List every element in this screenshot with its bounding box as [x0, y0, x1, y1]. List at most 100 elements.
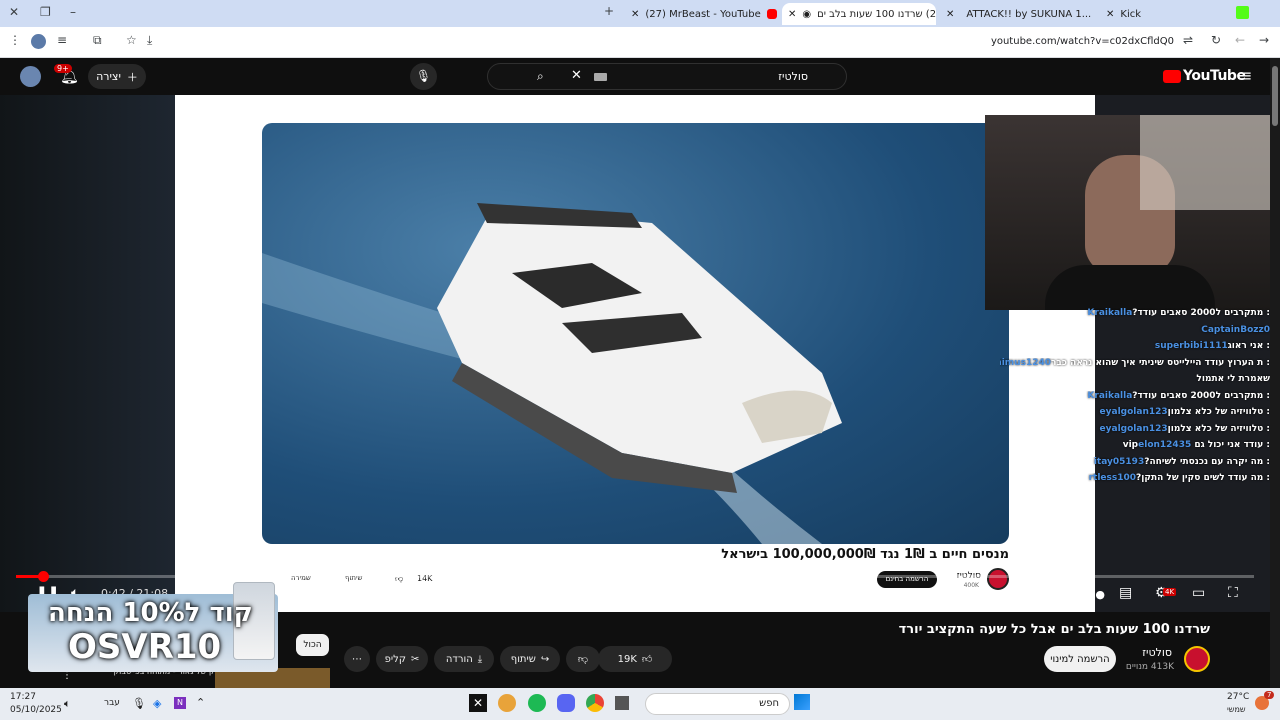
chat-username[interactable]: eyalgolan123 [1100, 424, 1168, 434]
clock-date[interactable]: 05/10/2025 [10, 705, 62, 715]
channel-avatar[interactable] [1184, 646, 1210, 672]
chat-message: שאמרת לי אתמול [1000, 374, 1270, 391]
chat-username[interactable]: CaptainBozz0 [1201, 325, 1270, 335]
youtube-favicon-icon [766, 9, 777, 19]
audio-playing-icon[interactable]: ◉ [802, 9, 811, 20]
streamer-shirt [1045, 265, 1215, 310]
chat-text: : מה יקרה עם נכנסתי לשיחה? [1144, 456, 1270, 467]
terminal-icon[interactable] [615, 696, 629, 710]
chat-username[interactable]: Kraikalla [1087, 391, 1132, 401]
voice-search-icon[interactable]: 🎙︎ [410, 63, 437, 90]
chat-username[interactable]: eyalgolan123 [1100, 407, 1168, 417]
chat-text: : אני ראוג [1227, 341, 1270, 351]
chat-message: : מתקרבים ל2000 סאבים עודד?Kraikalla [1000, 308, 1270, 325]
video-player[interactable]: מנסים חיים ב 1₪ נגד 100,000,000₪ בישראל … [0, 95, 1270, 612]
dislike-button[interactable]: 👎︎ [566, 646, 600, 672]
close-tab-icon[interactable]: ✕ [946, 9, 954, 20]
fullscreen-icon[interactable]: ⛶ [1228, 585, 1238, 601]
restore-window-icon[interactable]: ❐ [40, 5, 51, 19]
clock-time[interactable]: 17:27 [10, 692, 36, 702]
bookmark-star-icon[interactable]: ☆ [126, 33, 137, 47]
chat-username[interactable]: Minimus1240 [1000, 358, 1051, 368]
channel-name[interactable]: סולטיז [1142, 646, 1172, 659]
like-button[interactable]: 19K 👍︎ [598, 646, 672, 672]
chat-text: : מתקרבים ל2000 סאבים עודד? [1132, 308, 1270, 318]
profile-avatar[interactable] [31, 34, 46, 49]
weather-desc[interactable]: שמשי [1227, 705, 1246, 714]
search-input[interactable]: סולטיז [778, 70, 808, 83]
install-app-icon[interactable]: ⤓ [147, 33, 152, 48]
chat-username[interactable]: superbibi1111 [1155, 341, 1228, 351]
search-icon[interactable]: ⌕ [537, 69, 544, 84]
subscribe-button[interactable]: הרשמה למינוי [1044, 646, 1116, 672]
share-icon: ↪ [540, 653, 550, 665]
create-button[interactable]: יצירה ＋ [88, 64, 146, 89]
more-actions-icon[interactable]: ⋯ [344, 646, 370, 672]
close-tab-icon[interactable]: ✕ [788, 9, 796, 20]
new-tab-icon[interactable]: + [604, 4, 614, 18]
close-tab-icon[interactable]: ✕ [631, 9, 639, 20]
clear-search-icon[interactable]: ✕ [571, 68, 582, 83]
progress-bar[interactable] [16, 571, 1254, 582]
slide-subscribe-button: הרשמה בחינם [877, 571, 937, 588]
windows-start-icon[interactable] [794, 694, 810, 710]
app-icon-game[interactable] [498, 694, 516, 712]
speaker-icon[interactable]: 🔈︎ [64, 697, 71, 711]
network-icon[interactable]: ◈ [153, 697, 161, 710]
microphone-icon[interactable]: 🎙︎ [132, 697, 146, 710]
theater-mode-icon[interactable]: ▭ [1192, 585, 1205, 601]
media-control-icon[interactable]: ≡ [57, 33, 67, 47]
clip-button[interactable]: קליפ ✂ [376, 646, 428, 672]
tab-mrbeast[interactable]: ✕ (27) MrBeast - YouTube [625, 3, 777, 25]
onenote-icon[interactable]: N [174, 697, 186, 709]
url-text[interactable]: youtube.com/watch?v=c02dxCfldQ0 [991, 36, 1174, 47]
app-icon-x[interactable]: ✕ [469, 694, 487, 712]
youtube-logo-text[interactable]: YouTube [1183, 68, 1246, 84]
forward-icon[interactable]: ← [1235, 33, 1245, 47]
spotify-icon[interactable] [528, 694, 546, 712]
chat-text: שאמרת לי אתמול [1196, 374, 1270, 384]
taskbar-search-box[interactable]: חפש [645, 693, 790, 715]
extensions-icon[interactable]: ⧉ [93, 33, 102, 48]
minimize-window-icon[interactable]: – [70, 5, 76, 19]
filter-chip-all[interactable]: הכול [296, 634, 329, 656]
chrome-icon[interactable] [586, 694, 604, 712]
scrollbar-thumb[interactable] [1272, 66, 1278, 126]
kick-extension-icon[interactable] [1236, 6, 1249, 19]
share-button[interactable]: שיתוף ↪ [500, 646, 560, 672]
yacht-illustration [262, 203, 842, 544]
chat-username[interactable]: rtless100 [1089, 473, 1136, 483]
tab-kick[interactable]: ✕ Kick [1100, 3, 1230, 25]
menu-dots-icon[interactable]: ⋮ [9, 33, 21, 47]
video-frame-slide: מנסים חיים ב 1₪ נגד 100,000,000₪ בישראל … [175, 95, 1095, 612]
reload-icon[interactable]: ↻ [1211, 33, 1221, 47]
promo-text-discount: קוד ל10% הנחה [48, 598, 253, 628]
close-window-icon[interactable]: ✕ [9, 5, 19, 19]
yacht-video-thumbnail [262, 123, 1009, 544]
youtube-logo-icon[interactable] [1163, 70, 1181, 83]
chat-message: : ת הערוץ עודד היילייטס שיניתי איך שהוא … [1000, 358, 1270, 375]
tab-sukuna[interactable]: ✕ ATTACK!! by SUKUNA 1... 3... [940, 3, 1095, 25]
autoplay-toggle[interactable]: ❚❚● [1077, 588, 1105, 601]
account-avatar[interactable] [20, 66, 41, 87]
browser-tab-bar: ✕ ❐ – + ✕ Kick ✕ ATTACK!! by SUKUNA 1...… [0, 0, 1280, 27]
weather-temp[interactable]: 27°C [1227, 692, 1249, 702]
back-icon[interactable]: → [1259, 33, 1269, 47]
discord-icon[interactable] [557, 694, 575, 712]
page-scrollbar[interactable] [1270, 58, 1280, 688]
close-tab-icon[interactable]: ✕ [1106, 9, 1114, 20]
search-box[interactable]: ⌕ ✕ סולטיז [487, 63, 847, 90]
chat-username[interactable]: itay05193 [1094, 457, 1144, 467]
site-settings-icon[interactable]: ⇌ [1183, 33, 1193, 47]
chat-username[interactable]: elon12435 [1138, 440, 1191, 450]
show-hidden-icons-chevron-icon[interactable]: ⌃ [196, 696, 205, 709]
hamburger-menu-icon[interactable]: ≡ [1239, 66, 1252, 85]
youtube-header: 🔔︎ 9+ יצירה ＋ 🎙︎ ⌕ ✕ סולטיז YouTube ≡ [0, 58, 1270, 95]
keyboard-icon[interactable] [594, 73, 607, 81]
notification-badge: 7 [1264, 691, 1275, 699]
download-button[interactable]: הורדה ⤓ [434, 646, 494, 672]
chat-username[interactable]: Kraikalla [1087, 308, 1132, 318]
subtitles-icon[interactable]: ▤ [1119, 585, 1132, 601]
tab-current-video[interactable]: ✕ ◉ (27) שרדנו 100 שעות בלב ים [782, 3, 936, 25]
language-indicator[interactable]: עבר [104, 698, 120, 708]
